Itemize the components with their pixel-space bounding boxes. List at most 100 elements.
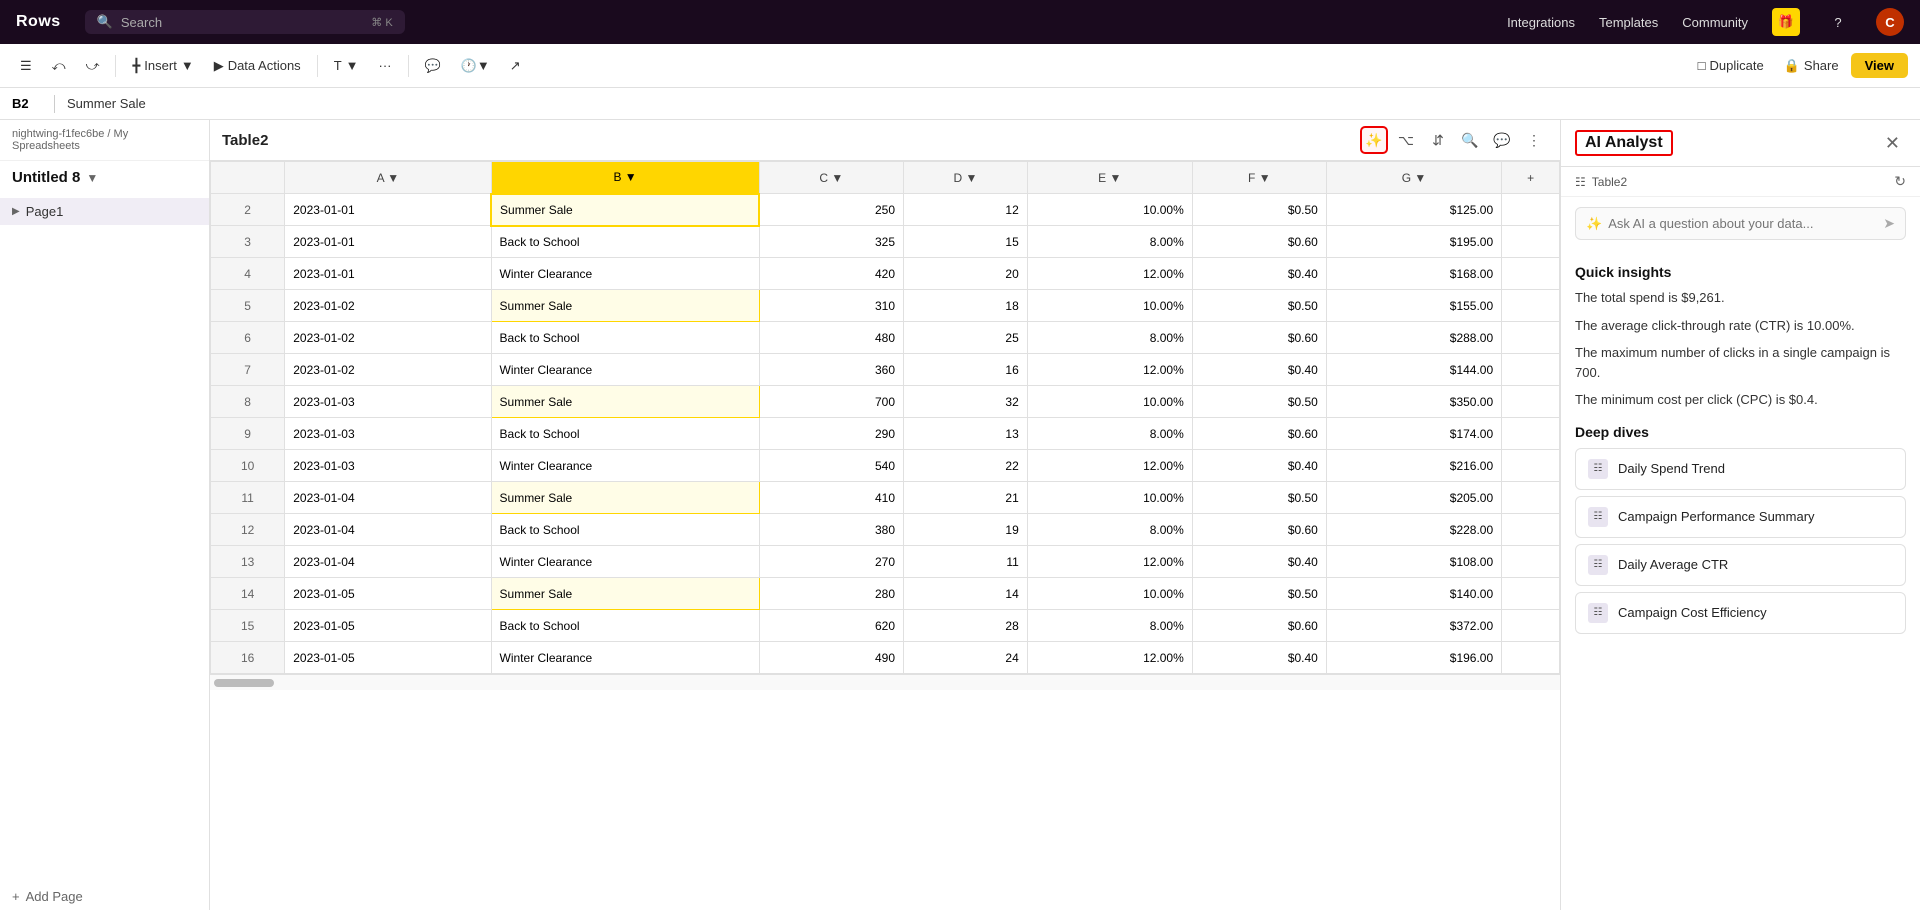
cell-7-B[interactable]: Winter Clearance — [491, 354, 759, 386]
cell-11-G[interactable]: $205.00 — [1326, 482, 1501, 514]
cell-12-F[interactable]: $0.60 — [1192, 514, 1326, 546]
cell-4-D[interactable]: 20 — [904, 258, 1028, 290]
cell-15-F[interactable]: $0.60 — [1192, 610, 1326, 642]
gift-icon[interactable]: 🎁 — [1772, 8, 1800, 36]
cell-9-F[interactable]: $0.60 — [1192, 418, 1326, 450]
ai-ask-bar[interactable]: ✨ ➤ — [1575, 207, 1906, 240]
cell-8-B[interactable]: Summer Sale — [491, 386, 759, 418]
cell-11-F[interactable]: $0.50 — [1192, 482, 1326, 514]
cell-3-D[interactable]: 15 — [904, 226, 1028, 258]
data-actions-button[interactable]: ▶ Data Actions — [206, 54, 309, 78]
cell-2-G[interactable]: $125.00 — [1326, 194, 1501, 226]
col-header-C[interactable]: C ▼ — [759, 162, 903, 194]
search-sheet-button[interactable]: 🔍 — [1456, 126, 1484, 154]
format-button[interactable]: T ▼ — [326, 54, 367, 77]
cell-9-G[interactable]: $174.00 — [1326, 418, 1501, 450]
help-icon[interactable]: ? — [1824, 8, 1852, 36]
cell-8-C[interactable]: 700 — [759, 386, 903, 418]
cell-5-F[interactable]: $0.50 — [1192, 290, 1326, 322]
cell-6-G[interactable]: $288.00 — [1326, 322, 1501, 354]
sidebar-toggle-button[interactable]: ☰ — [12, 54, 40, 78]
cell-4-B[interactable]: Winter Clearance — [491, 258, 759, 290]
cell-7-D[interactable]: 16 — [904, 354, 1028, 386]
cell-6-D[interactable]: 25 — [904, 322, 1028, 354]
undo-button[interactable]: ⤺ — [44, 54, 74, 78]
cell-3-E[interactable]: 8.00% — [1027, 226, 1192, 258]
cell-6-A[interactable]: 2023-01-02 — [285, 322, 491, 354]
cell-5-E[interactable]: 10.00% — [1027, 290, 1192, 322]
cell-15-A[interactable]: 2023-01-05 — [285, 610, 491, 642]
share-button[interactable]: 🔒 Share — [1776, 54, 1847, 78]
cell-15-C[interactable]: 620 — [759, 610, 903, 642]
cell-12-D[interactable]: 19 — [904, 514, 1028, 546]
cell-13-D[interactable]: 11 — [904, 546, 1028, 578]
col-header-G[interactable]: G ▼ — [1326, 162, 1501, 194]
sidebar-item-page1[interactable]: ▶ Page1 — [0, 198, 209, 225]
cell-11-D[interactable]: 21 — [904, 482, 1028, 514]
filter-button[interactable]: ⌥ — [1392, 126, 1420, 154]
cell-9-E[interactable]: 8.00% — [1027, 418, 1192, 450]
cell-7-E[interactable]: 12.00% — [1027, 354, 1192, 386]
cell-5-C[interactable]: 310 — [759, 290, 903, 322]
redo-button[interactable]: ⤻ — [78, 54, 108, 78]
search-bar[interactable]: 🔍 Search ⌘ K — [85, 10, 405, 34]
cell-9-A[interactable]: 2023-01-03 — [285, 418, 491, 450]
cell-15-G[interactable]: $372.00 — [1326, 610, 1501, 642]
cell-11-B[interactable]: Summer Sale — [491, 482, 759, 514]
view-button[interactable]: View — [1851, 53, 1908, 78]
col-header-add[interactable]: + — [1502, 162, 1560, 194]
comment-button[interactable]: 💬 — [417, 54, 449, 78]
cell-5-B[interactable]: Summer Sale — [491, 290, 759, 322]
cell-16-D[interactable]: 24 — [904, 642, 1028, 674]
cell-12-C[interactable]: 380 — [759, 514, 903, 546]
ai-panel-close-button[interactable]: ✕ — [1879, 131, 1906, 156]
col-header-A[interactable]: A ▼ — [285, 162, 491, 194]
history-button[interactable]: 🕐▼ — [453, 54, 498, 78]
cell-8-F[interactable]: $0.50 — [1192, 386, 1326, 418]
cell-16-E[interactable]: 12.00% — [1027, 642, 1192, 674]
ai-ask-input[interactable] — [1608, 216, 1877, 231]
insert-button[interactable]: ╋ Insert ▼ — [124, 54, 201, 78]
horizontal-scrollbar[interactable] — [210, 674, 1560, 690]
cell-4-G[interactable]: $168.00 — [1326, 258, 1501, 290]
cell-8-E[interactable]: 10.00% — [1027, 386, 1192, 418]
cell-12-A[interactable]: 2023-01-04 — [285, 514, 491, 546]
more-sheet-button[interactable]: ⋮ — [1520, 126, 1548, 154]
col-header-D[interactable]: D ▼ — [904, 162, 1028, 194]
cell-15-D[interactable]: 28 — [904, 610, 1028, 642]
cell-16-B[interactable]: Winter Clearance — [491, 642, 759, 674]
cell-4-E[interactable]: 12.00% — [1027, 258, 1192, 290]
cell-2-F[interactable]: $0.50 — [1192, 194, 1326, 226]
deep-dive-item[interactable]: ☷Daily Spend Trend — [1575, 448, 1906, 490]
cell-5-D[interactable]: 18 — [904, 290, 1028, 322]
cell-16-C[interactable]: 490 — [759, 642, 903, 674]
nav-templates[interactable]: Templates — [1599, 15, 1658, 30]
duplicate-button[interactable]: □ Duplicate — [1690, 54, 1772, 77]
cell-14-B[interactable]: Summer Sale — [491, 578, 759, 610]
cell-10-G[interactable]: $216.00 — [1326, 450, 1501, 482]
table-container[interactable]: A ▼ B ▼ C ▼ D ▼ E ▼ F ▼ G ▼ + 22023-01-0… — [210, 161, 1560, 910]
cell-10-A[interactable]: 2023-01-03 — [285, 450, 491, 482]
cell-10-F[interactable]: $0.40 — [1192, 450, 1326, 482]
cell-16-A[interactable]: 2023-01-05 — [285, 642, 491, 674]
avatar[interactable]: C — [1876, 8, 1904, 36]
cell-10-D[interactable]: 22 — [904, 450, 1028, 482]
cell-14-E[interactable]: 10.00% — [1027, 578, 1192, 610]
cell-12-G[interactable]: $228.00 — [1326, 514, 1501, 546]
deep-dive-item[interactable]: ☷Campaign Performance Summary — [1575, 496, 1906, 538]
cell-3-C[interactable]: 325 — [759, 226, 903, 258]
cell-8-D[interactable]: 32 — [904, 386, 1028, 418]
sort-button[interactable]: ⇵ — [1424, 126, 1452, 154]
cell-15-E[interactable]: 8.00% — [1027, 610, 1192, 642]
cell-4-F[interactable]: $0.40 — [1192, 258, 1326, 290]
cell-3-G[interactable]: $195.00 — [1326, 226, 1501, 258]
cell-9-D[interactable]: 13 — [904, 418, 1028, 450]
cell-9-B[interactable]: Back to School — [491, 418, 759, 450]
cell-11-C[interactable]: 410 — [759, 482, 903, 514]
cell-5-G[interactable]: $155.00 — [1326, 290, 1501, 322]
cell-16-F[interactable]: $0.40 — [1192, 642, 1326, 674]
cell-14-C[interactable]: 280 — [759, 578, 903, 610]
cell-2-C[interactable]: 250 — [759, 194, 903, 226]
cell-16-G[interactable]: $196.00 — [1326, 642, 1501, 674]
cell-10-C[interactable]: 540 — [759, 450, 903, 482]
